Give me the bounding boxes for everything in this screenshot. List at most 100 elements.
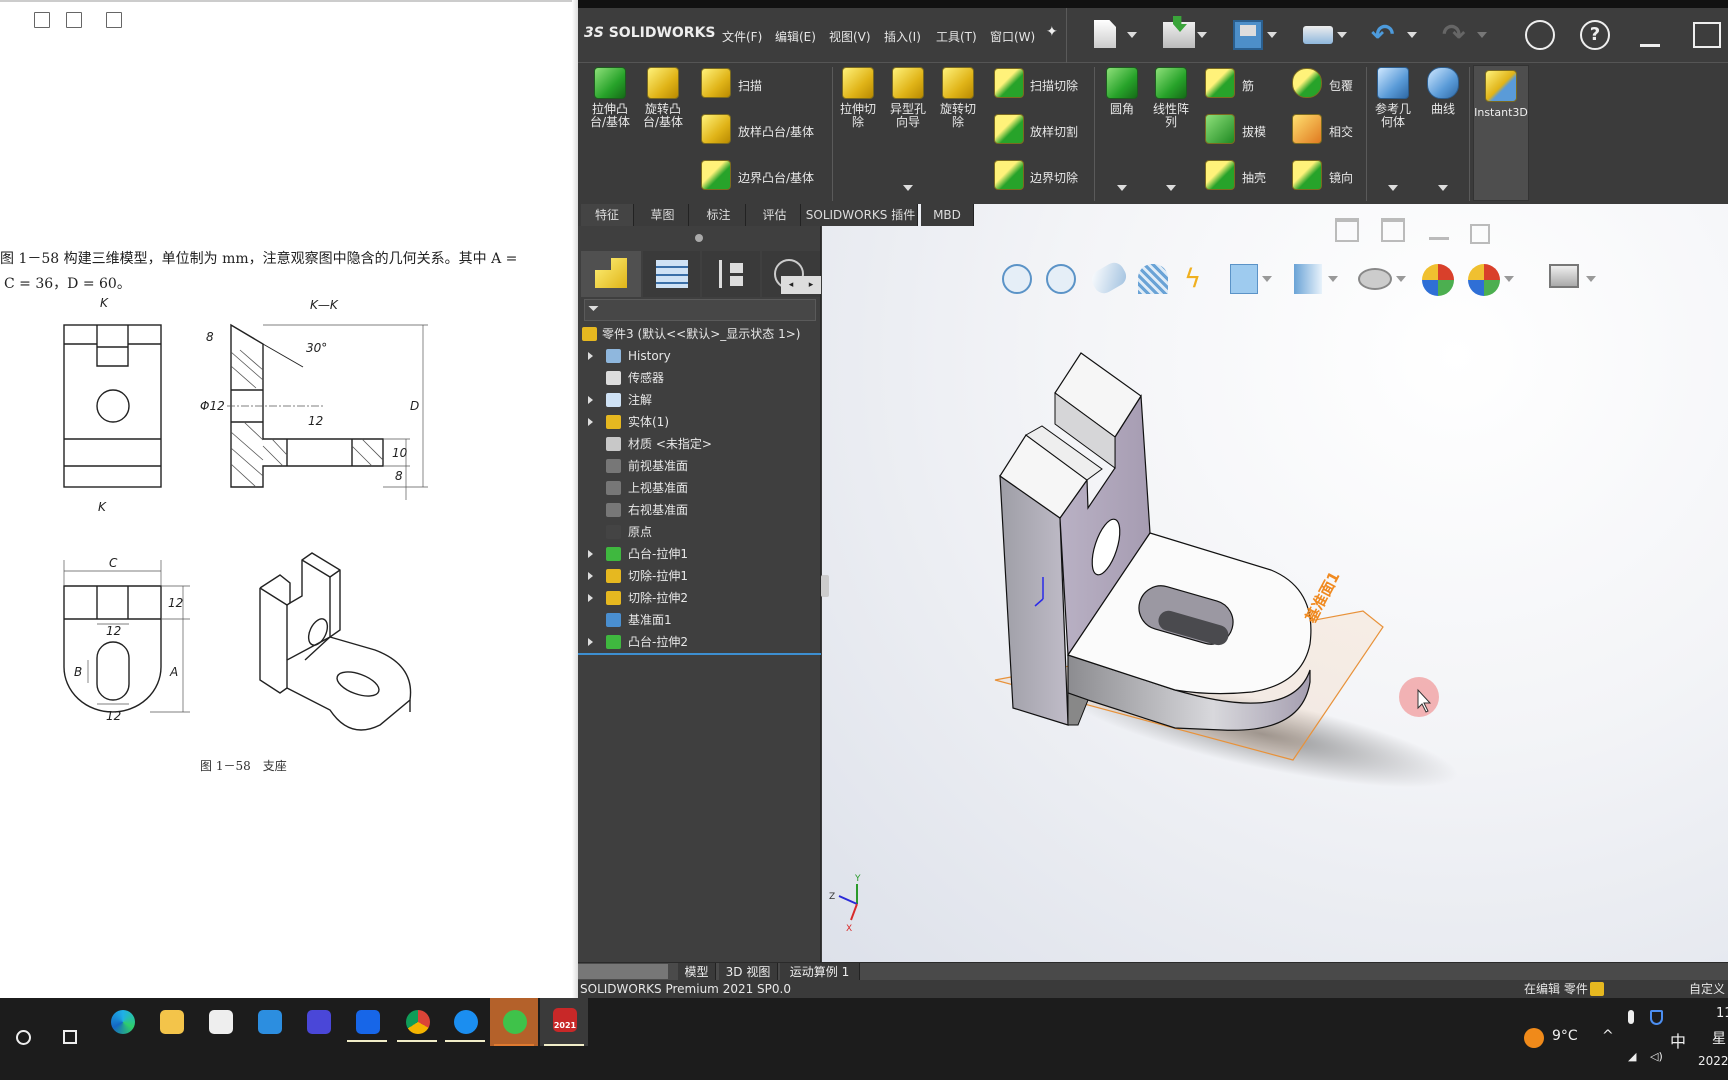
tree-root[interactable]: 零件3 (默认<<默认>_显示状态 1>) (578, 323, 821, 345)
clock-date[interactable]: 2022 (1698, 1054, 1728, 1068)
boundary-boss-button[interactable]: 边界凸台/基体 (738, 169, 814, 186)
expand-arrow-icon[interactable] (588, 572, 593, 580)
weather-temp[interactable]: 9°C (1552, 1028, 1578, 1044)
tree-item[interactable]: 切除-拉伸2 (578, 587, 821, 609)
task-view-icon[interactable] (63, 1030, 77, 1044)
tab-features[interactable]: 特征 (581, 204, 634, 226)
minimize-icon[interactable] (1640, 44, 1660, 47)
tree-item[interactable]: 注解 (578, 389, 821, 411)
tree-item[interactable]: 实体(1) (578, 411, 821, 433)
tab-motion-study[interactable]: 运动算例 1 (780, 963, 860, 981)
tab-mbd[interactable]: MBD (921, 204, 974, 226)
tree-item[interactable]: History (578, 345, 821, 367)
taskbar-store[interactable] (196, 1002, 244, 1042)
configurationmanager-tab[interactable] (702, 251, 760, 297)
tree-item[interactable]: 凸台-拉伸1 (578, 543, 821, 565)
save-dropdown-icon[interactable] (1267, 32, 1277, 38)
tab-model[interactable]: 模型 (678, 963, 716, 981)
intersect-button[interactable]: 相交 (1329, 123, 1353, 140)
instant3d-button[interactable]: Instant3D (1473, 65, 1529, 201)
rebuild-icon[interactable] (1590, 982, 1604, 996)
tab-markup[interactable]: 标注 (692, 204, 746, 226)
scroll-right-button[interactable]: ▸ (801, 276, 821, 294)
shell-button[interactable]: 抽壳 (1242, 169, 1266, 186)
save-icon[interactable] (1233, 20, 1263, 50)
user-icon[interactable] (1525, 20, 1555, 50)
tab-3d-views[interactable]: 3D 视图 (719, 963, 778, 981)
mirror-icon[interactable] (1292, 160, 1322, 190)
clock-time[interactable]: 11 (1716, 1006, 1728, 1021)
mirror-button[interactable]: 镜向 (1329, 169, 1353, 186)
search-icon[interactable] (16, 1030, 31, 1045)
help-icon[interactable]: ? (1580, 20, 1610, 50)
taskbar-file-explorer[interactable] (147, 1002, 195, 1042)
loft-boss-icon[interactable] (701, 114, 731, 144)
ime-indicator[interactable]: 中 (1670, 1028, 1686, 1052)
tree-item[interactable]: 右视基准面 (578, 499, 821, 521)
security-shield-icon[interactable] (1650, 1010, 1663, 1025)
curves-button[interactable]: 曲线 (1423, 67, 1463, 116)
panel-handle[interactable] (695, 234, 703, 242)
expand-arrow-icon[interactable] (588, 396, 593, 404)
clock-day[interactable]: 星 (1712, 1028, 1726, 1048)
open-icon[interactable] (1163, 16, 1195, 48)
new-dropdown-icon[interactable] (1127, 32, 1137, 38)
extrude-cut-button[interactable]: 拉伸切 除 (838, 67, 878, 129)
maximize-icon[interactable] (1693, 22, 1721, 48)
panel-collapse-handle[interactable] (821, 575, 829, 597)
taskbar-solidworks[interactable]: 2021 (540, 998, 588, 1046)
sweep-cut-button[interactable]: 扫描切除 (1030, 77, 1078, 94)
boundary-cut-button[interactable]: 边界切除 (1030, 169, 1078, 186)
tab-addins[interactable]: SOLIDWORKS 插件 (804, 204, 918, 226)
sweep-button[interactable]: 扫描 (738, 77, 762, 94)
network-icon[interactable]: ◢ (1628, 1050, 1636, 1063)
boundary-cut-icon[interactable] (994, 160, 1024, 190)
pattern-dropdown-icon[interactable] (1166, 185, 1176, 191)
taskbar-edge[interactable] (98, 1002, 146, 1042)
volume-icon[interactable]: ◁) (1650, 1050, 1663, 1063)
wrap-icon[interactable] (1292, 68, 1322, 98)
tree-item[interactable]: 上视基准面 (578, 477, 821, 499)
tree-filter[interactable]: ⏷ (584, 299, 816, 321)
expand-arrow-icon[interactable] (588, 352, 593, 360)
wrap-button[interactable]: 包覆 (1329, 77, 1353, 94)
microphone-icon[interactable] (1628, 1010, 1634, 1024)
pin-icon[interactable]: ✦ (1046, 24, 1058, 40)
expand-arrow-icon[interactable] (588, 418, 593, 426)
reference-geometry-button[interactable]: 参考几 何体 (1373, 67, 1413, 129)
extrude-boss-button[interactable]: 拉伸凸 台/基体 (590, 67, 630, 129)
propertymanager-tab[interactable] (643, 251, 700, 297)
draft-button[interactable]: 拔模 (1242, 123, 1266, 140)
fillet-dropdown-icon[interactable] (1117, 185, 1127, 191)
draft-icon[interactable] (1205, 114, 1235, 144)
taskbar-qq-browser[interactable] (441, 1002, 489, 1042)
tab-evaluate[interactable]: 评估 (749, 204, 801, 226)
tree-item[interactable]: 传感器 (578, 367, 821, 389)
curves-dropdown-icon[interactable] (1438, 185, 1448, 191)
taskbar-mail[interactable] (245, 1002, 293, 1042)
fillet-button[interactable]: 圆角 (1102, 67, 1142, 116)
taskbar-feishu[interactable] (343, 1002, 391, 1042)
sweep-cut-icon[interactable] (994, 68, 1024, 98)
open-dropdown-icon[interactable] (1197, 32, 1207, 38)
menu-file[interactable]: 文件(F) (722, 28, 762, 45)
hole-wizard-button[interactable]: 异型孔 向导 (888, 67, 928, 129)
tree-item[interactable]: 凸台-拉伸2 (578, 631, 821, 653)
reference-dropdown-icon[interactable] (1388, 185, 1398, 191)
menu-edit[interactable]: 编辑(E) (775, 28, 816, 45)
tree-item[interactable]: 原点 (578, 521, 821, 543)
expand-arrow-icon[interactable] (588, 594, 593, 602)
sweep-icon[interactable] (701, 68, 731, 98)
loft-cut-icon[interactable] (994, 114, 1024, 144)
taskbar-video[interactable] (294, 1002, 342, 1042)
print-dropdown-icon[interactable] (1337, 32, 1347, 38)
rib-icon[interactable] (1205, 68, 1235, 98)
undo-icon[interactable]: ↶ (1371, 18, 1394, 51)
weather-icon[interactable] (1524, 1028, 1544, 1048)
customize-button[interactable]: 自定义 (1689, 980, 1725, 998)
cut-dropdown-icon[interactable] (903, 185, 913, 191)
graphics-area[interactable]: ϟ 基准面1 Y Z X (822, 204, 1728, 962)
tab-sketch[interactable]: 草图 (637, 204, 689, 226)
show-hidden-icons[interactable]: ^ (1602, 1028, 1614, 1044)
menu-window[interactable]: 窗口(W) (990, 28, 1035, 45)
